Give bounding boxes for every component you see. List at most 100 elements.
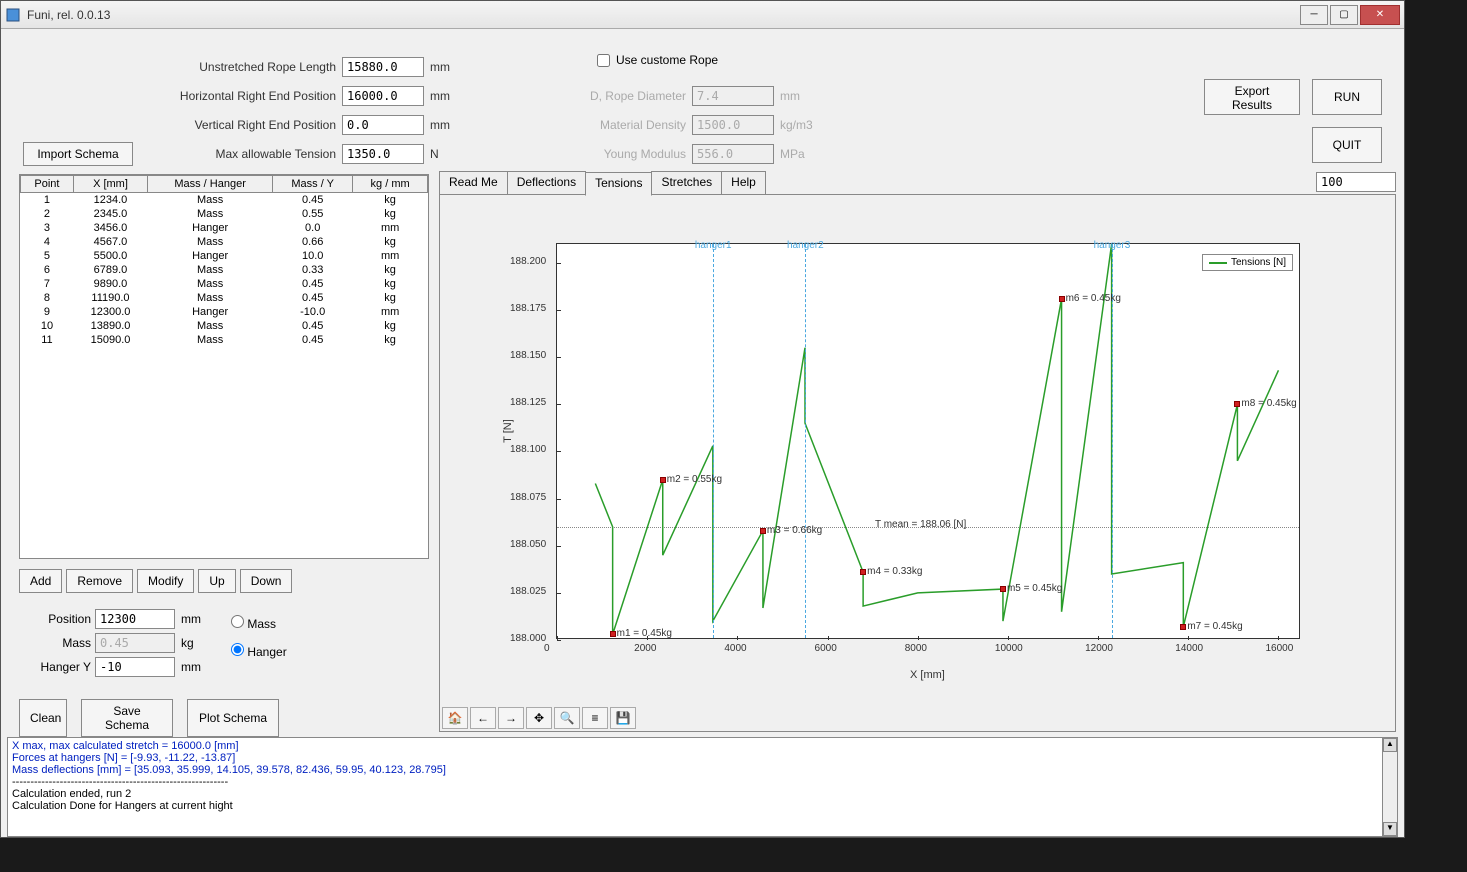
home-icon[interactable]: 🏠 — [442, 707, 468, 729]
y-tick-label: 188.150 — [510, 350, 546, 361]
hangery-input[interactable] — [95, 657, 175, 677]
unstretched-input[interactable] — [342, 57, 424, 77]
y-tick-label: 188.025 — [510, 586, 546, 597]
scroll-up-icon[interactable]: ▲ — [1383, 738, 1397, 752]
dpi-input[interactable] — [1316, 172, 1396, 192]
table-row[interactable]: 1013890.0Mass0.45kg — [21, 319, 428, 333]
add-button[interactable]: Add — [19, 569, 62, 593]
position-input[interactable] — [95, 609, 175, 629]
ym-label: Young Modulus — [521, 147, 686, 161]
x-tick-label: 10000 — [995, 643, 1023, 654]
import-schema-button[interactable]: Import Schema — [23, 142, 133, 166]
modify-button[interactable]: Modify — [137, 569, 194, 593]
tab-deflections[interactable]: Deflections — [507, 171, 586, 195]
unstretched-label: Unstretched Rope Length — [1, 60, 336, 74]
table-header[interactable]: X [mm] — [73, 176, 147, 193]
mass-label: m2 = 0.55kg — [667, 474, 722, 485]
x-tick-label: 2000 — [634, 643, 656, 654]
config-icon[interactable]: ≡ — [582, 707, 608, 729]
quit-button[interactable]: QUIT — [1312, 127, 1382, 163]
table-row[interactable]: 79890.0Mass0.45kg — [21, 277, 428, 291]
horiz-input[interactable] — [342, 86, 424, 106]
diam-unit: mm — [780, 89, 800, 103]
mass-label: m1 = 0.45kg — [617, 628, 672, 639]
chart-panel: Tensions [N] T mean = 188.06 [N] hanger1… — [439, 194, 1396, 732]
forward-icon[interactable]: → — [498, 707, 524, 729]
hanger-label: hanger1 — [695, 240, 732, 251]
maxt-input[interactable] — [342, 144, 424, 164]
clean-button[interactable]: Clean — [19, 699, 67, 737]
x-tick-label: 16000 — [1265, 643, 1293, 654]
dens-unit: kg/m3 — [780, 118, 813, 132]
minimize-button[interactable]: ─ — [1300, 5, 1328, 25]
mass-marker — [1180, 624, 1186, 630]
close-button[interactable]: ✕ — [1360, 5, 1400, 25]
mass-marker — [660, 477, 666, 483]
log-output[interactable]: X max, max calculated stretch = 16000.0 … — [7, 737, 1398, 837]
table-header[interactable]: Mass / Hanger — [148, 176, 273, 193]
up-button[interactable]: Up — [198, 569, 235, 593]
down-button[interactable]: Down — [240, 569, 293, 593]
mass-marker — [860, 569, 866, 575]
x-tick-label: 8000 — [905, 643, 927, 654]
hanger-radio[interactable] — [231, 643, 244, 656]
mass-label: m4 = 0.33kg — [867, 566, 922, 577]
horiz-label: Horizontal Right End Position — [1, 89, 336, 103]
titlebar: Funi, rel. 0.0.13 ─ ▢ ✕ — [1, 1, 1404, 29]
table-row[interactable]: 66789.0Mass0.33kg — [21, 263, 428, 277]
vert-label: Vertical Right End Position — [1, 118, 336, 132]
mass-input — [95, 633, 175, 653]
table-row[interactable]: 55500.0Hanger10.0mm — [21, 249, 428, 263]
table-row[interactable]: 912300.0Hanger-10.0mm — [21, 305, 428, 319]
save-schema-button[interactable]: Save Schema — [81, 699, 173, 737]
scroll-down-icon[interactable]: ▼ — [1383, 822, 1397, 836]
vert-input[interactable] — [342, 115, 424, 135]
table-header[interactable]: Mass / Y — [273, 176, 353, 193]
plot-schema-button[interactable]: Plot Schema — [187, 699, 279, 737]
hanger-label: hanger3 — [1094, 240, 1131, 251]
tab-help[interactable]: Help — [721, 171, 766, 195]
custom-rope-label: Use custome Rope — [616, 53, 718, 67]
table-row[interactable]: 33456.0Hanger0.0mm — [21, 221, 428, 235]
dens-input — [692, 115, 774, 135]
diam-label: D, Rope Diameter — [521, 89, 686, 103]
x-tick-label: 6000 — [815, 643, 837, 654]
pan-icon[interactable]: ✥ — [526, 707, 552, 729]
zoom-icon[interactable]: 🔍 — [554, 707, 580, 729]
x-tick-label: 0 — [544, 643, 550, 654]
mass-label: m7 = 0.45kg — [1187, 621, 1242, 632]
mass-marker — [1059, 296, 1065, 302]
mass-unit: kg — [181, 636, 194, 650]
ym-unit: MPa — [780, 147, 805, 161]
vert-unit: mm — [430, 118, 450, 132]
table-header[interactable]: Point — [21, 176, 74, 193]
back-icon[interactable]: ← — [470, 707, 496, 729]
y-tick-label: 188.200 — [510, 256, 546, 267]
custom-rope-checkbox[interactable] — [597, 54, 610, 67]
tab-stretches[interactable]: Stretches — [651, 171, 722, 195]
table-row[interactable]: 22345.0Mass0.55kg — [21, 207, 428, 221]
log-scrollbar[interactable]: ▲ ▼ — [1382, 737, 1398, 837]
mass-marker — [610, 631, 616, 637]
mass-radio[interactable] — [231, 615, 244, 628]
run-button[interactable]: RUN — [1312, 79, 1382, 115]
chart-toolbar: 🏠 ← → ✥ 🔍 ≡ 💾 — [442, 707, 636, 729]
table-row[interactable]: 44567.0Mass0.66kg — [21, 235, 428, 249]
hanger-label: hanger2 — [787, 240, 824, 251]
table-row[interactable]: 811190.0Mass0.45kg — [21, 291, 428, 305]
maxt-unit: N — [430, 147, 439, 161]
tab-tensions[interactable]: Tensions — [585, 172, 652, 196]
save-icon[interactable]: 💾 — [610, 707, 636, 729]
table-header[interactable]: kg / mm — [353, 176, 428, 193]
maximize-button[interactable]: ▢ — [1330, 5, 1358, 25]
export-results-button[interactable]: Export Results — [1204, 79, 1300, 115]
y-axis-label: T [N] — [502, 419, 514, 443]
x-tick-label: 4000 — [724, 643, 746, 654]
y-tick-label: 188.175 — [510, 303, 546, 314]
points-table[interactable]: PointX [mm]Mass / HangerMass / Ykg / mm … — [19, 174, 429, 559]
hanger-vline — [713, 244, 714, 638]
table-row[interactable]: 1115090.0Mass0.45kg — [21, 333, 428, 347]
remove-button[interactable]: Remove — [66, 569, 133, 593]
table-row[interactable]: 11234.0Mass0.45kg — [21, 193, 428, 208]
tab-readme[interactable]: Read Me — [439, 171, 508, 195]
